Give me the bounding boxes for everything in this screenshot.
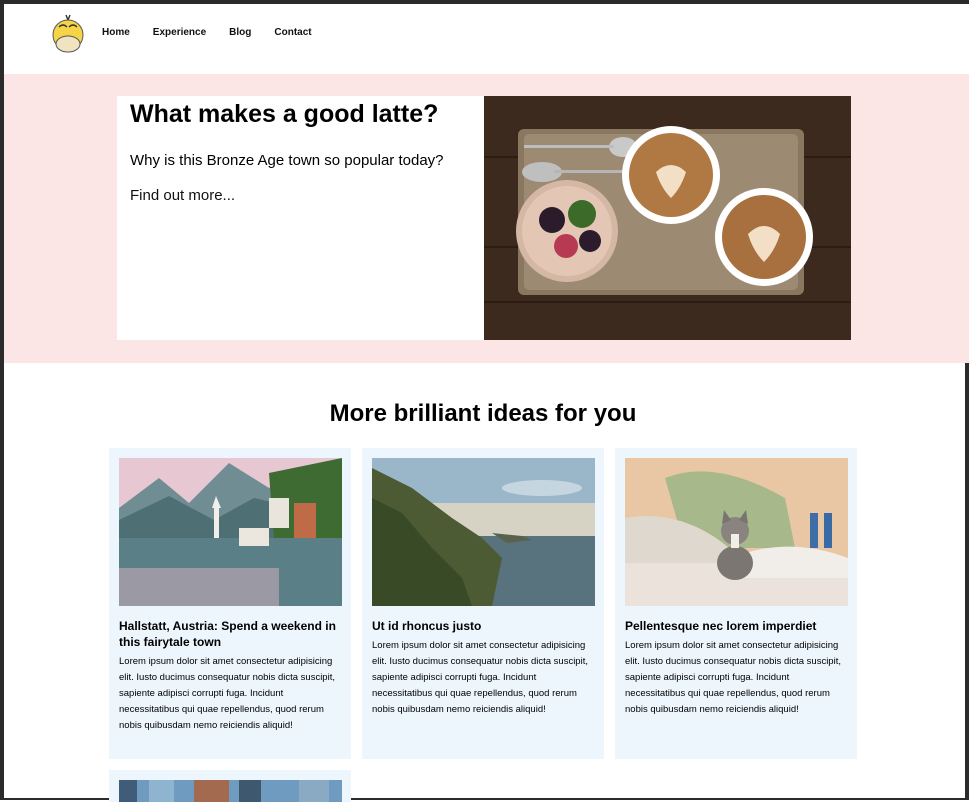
hallstatt-image [119, 458, 342, 606]
nav-links: Home Experience Blog Contact [102, 27, 335, 38]
nav-link-contact[interactable]: Contact [274, 27, 311, 38]
hero-latte-image [484, 96, 851, 340]
idea-card-title: Hallstatt, Austria: Spend a weekend in t… [119, 619, 336, 649]
idea-card-coast[interactable]: Ut id rhoncus justo Lorem ipsum dolor si… [362, 448, 604, 759]
idea-card-hallstatt[interactable]: Hallstatt, Austria: Spend a weekend in t… [109, 448, 351, 759]
hero-section: What makes a good latte? Why is this Bro… [4, 74, 969, 363]
city-image [119, 780, 342, 802]
idea-card-title: Pellentesque nec lorem imperdiet [625, 619, 817, 633]
top-nav: Home Experience Blog Contact [4, 4, 969, 74]
hero-subtitle: Why is this Bronze Age town so popular t… [130, 152, 444, 169]
nav-link-experience[interactable]: Experience [153, 27, 206, 38]
idea-card-text: Lorem ipsum dolor sit amet consectetur a… [119, 656, 335, 731]
nav-link-home[interactable]: Home [102, 27, 130, 38]
idea-card-text: Lorem ipsum dolor sit amet consectetur a… [372, 640, 588, 715]
idea-card-kitten[interactable]: Pellentesque nec lorem imperdiet Lorem i… [615, 448, 857, 759]
hero-find-out-more-link[interactable]: Find out more... [130, 187, 235, 204]
idea-card-title: Ut id rhoncus justo [372, 619, 482, 633]
coast-image [372, 458, 595, 606]
hero-text-card: What makes a good latte? Why is this Bro… [117, 96, 484, 340]
ideas-heading: More brilliant ideas for you [329, 400, 637, 427]
nav-link-blog[interactable]: Blog [229, 27, 251, 38]
page: Home Experience Blog Contact What makes … [4, 4, 969, 802]
idea-card-text: Lorem ipsum dolor sit amet consectetur a… [625, 640, 841, 715]
duck-logo-icon[interactable] [51, 13, 85, 53]
hero-title: What makes a good latte? [130, 100, 439, 128]
idea-card-partial[interactable] [109, 770, 351, 802]
kitten-image [625, 458, 848, 606]
